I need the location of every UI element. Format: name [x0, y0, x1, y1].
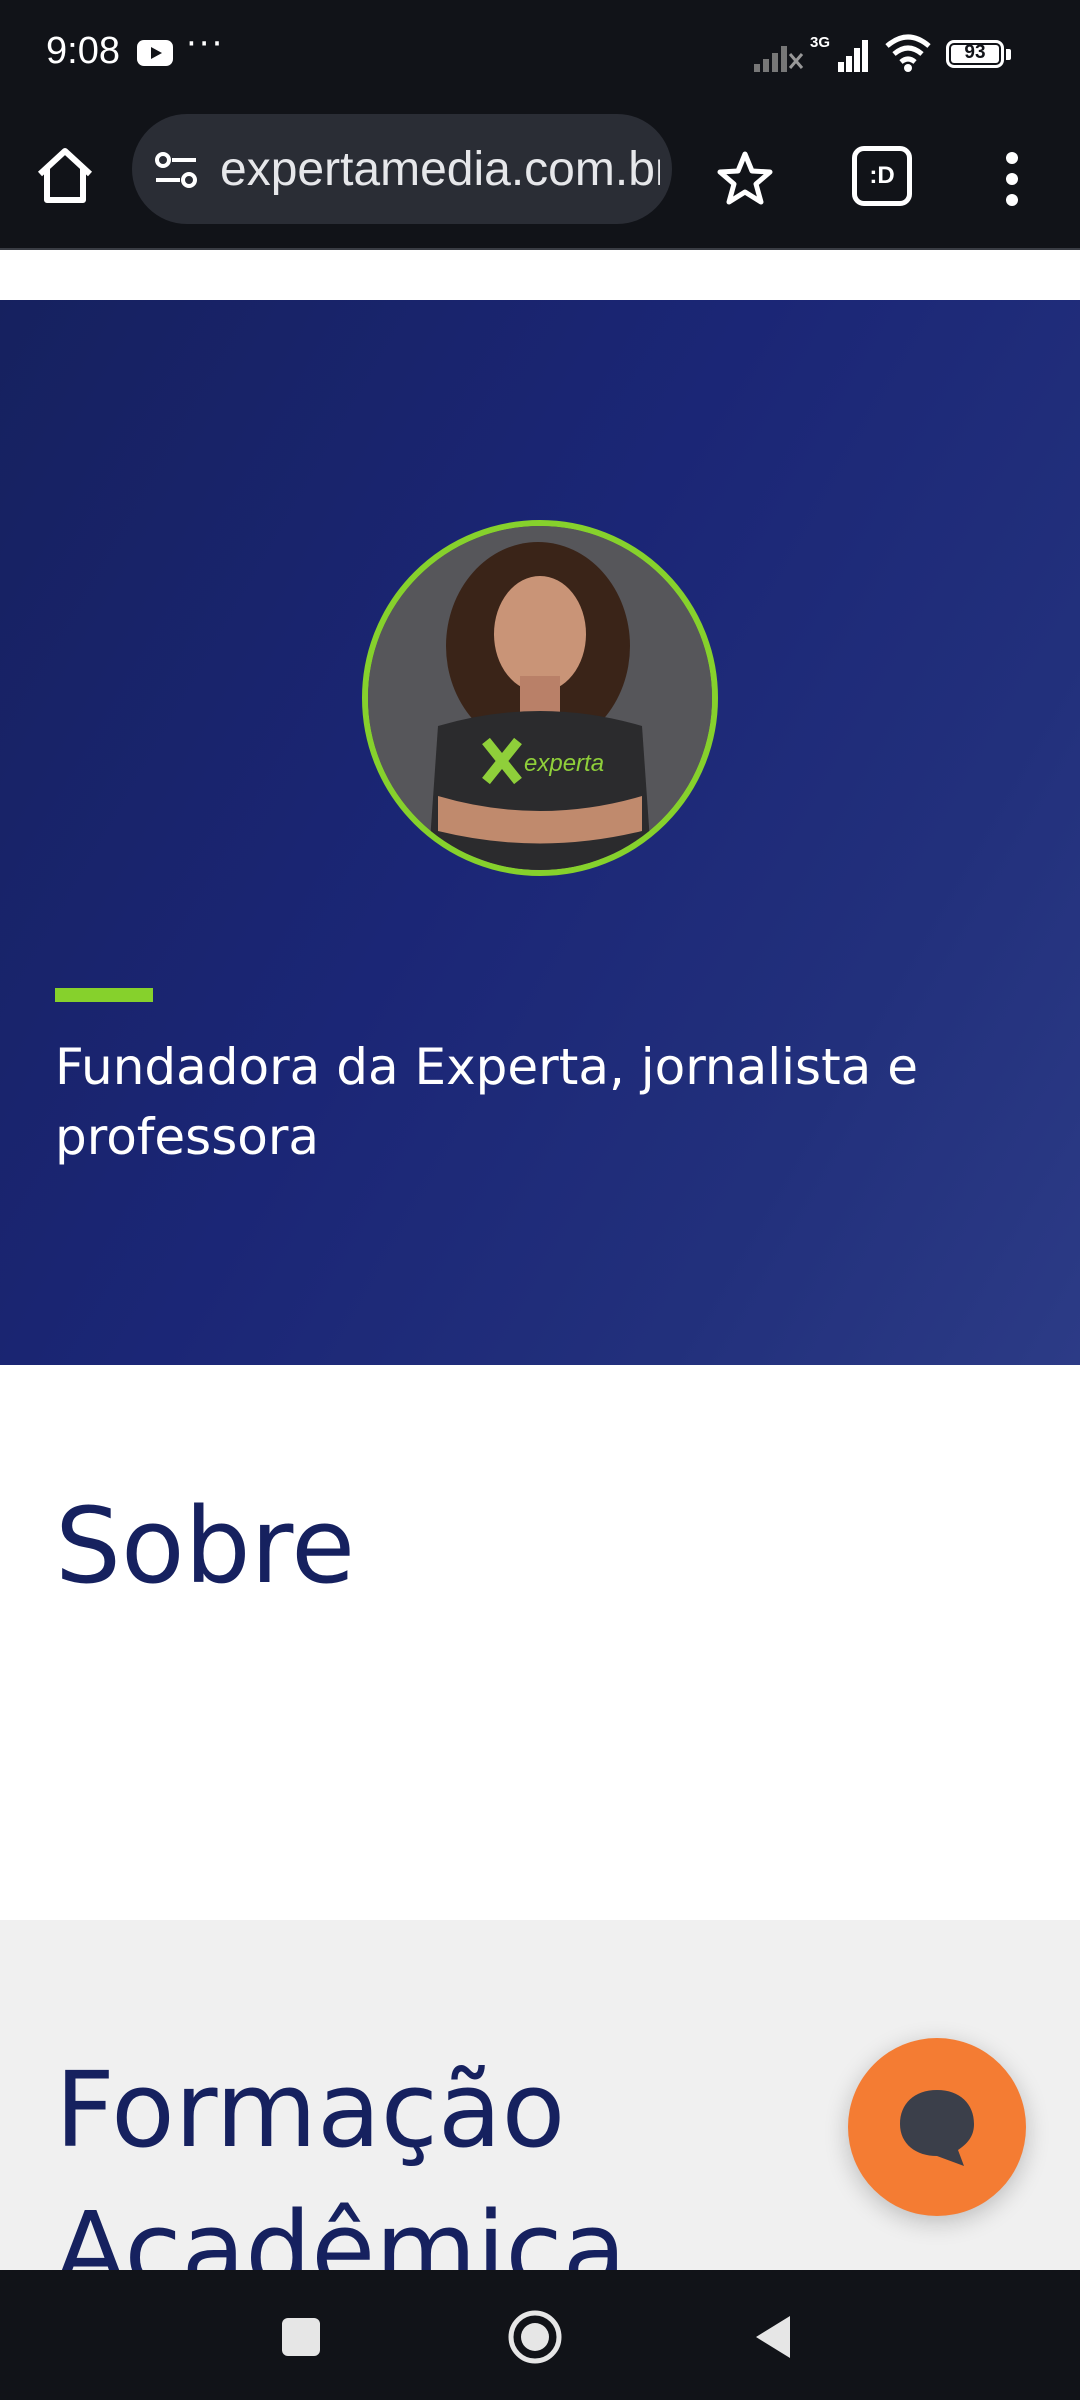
bookmark-star-icon[interactable] — [712, 146, 778, 212]
url-text: expertamedia.com.br — [220, 143, 660, 196]
more-dots-icon: ··· — [186, 24, 225, 64]
system-nav-bar — [0, 2270, 1080, 2400]
status-time: 9:08 — [46, 30, 120, 72]
svg-text:experta: experta — [524, 750, 604, 777]
back-icon[interactable] — [752, 2314, 792, 2360]
formacao-title: Formação Acadêmica — [55, 2049, 627, 2270]
home-icon[interactable] — [30, 140, 100, 210]
network-label: 3G — [810, 34, 830, 51]
battery-level: 93 — [964, 42, 986, 63]
sobre-section: Sobre — [0, 1365, 1080, 1920]
recents-icon[interactable] — [282, 2318, 320, 2356]
chat-button[interactable] — [848, 2038, 1026, 2216]
hero-accent-bar — [55, 988, 153, 1002]
browser-toolbar: expertamedia.com.br :D — [0, 110, 1080, 250]
chat-bubble-icon — [900, 2090, 974, 2166]
home-circle-icon[interactable] — [506, 2308, 564, 2366]
signal-x-icon — [754, 46, 804, 72]
address-bar[interactable]: expertamedia.com.br — [132, 114, 672, 224]
hero-subtitle: Fundadora da Experta, jornalista e profe… — [55, 1038, 918, 1166]
battery-icon: 93 — [946, 40, 1014, 70]
page-top-spacer — [0, 250, 1080, 300]
site-settings-icon[interactable] — [154, 150, 198, 190]
profile-photo: experta — [368, 526, 712, 870]
hero-section: experta Fundadora da Experta, jornalista… — [0, 300, 1080, 1365]
overflow-menu-icon[interactable] — [990, 146, 1034, 212]
signal-3g-icon: 3G — [810, 34, 868, 72]
avatar: experta — [362, 520, 718, 876]
sobre-title: Sobre — [55, 1485, 356, 1607]
status-bar: 9:08 ··· 3G 93 — [0, 0, 1080, 110]
youtube-icon — [137, 40, 173, 66]
wifi-icon — [885, 34, 931, 72]
tab-switcher-button[interactable]: :D — [852, 146, 912, 206]
